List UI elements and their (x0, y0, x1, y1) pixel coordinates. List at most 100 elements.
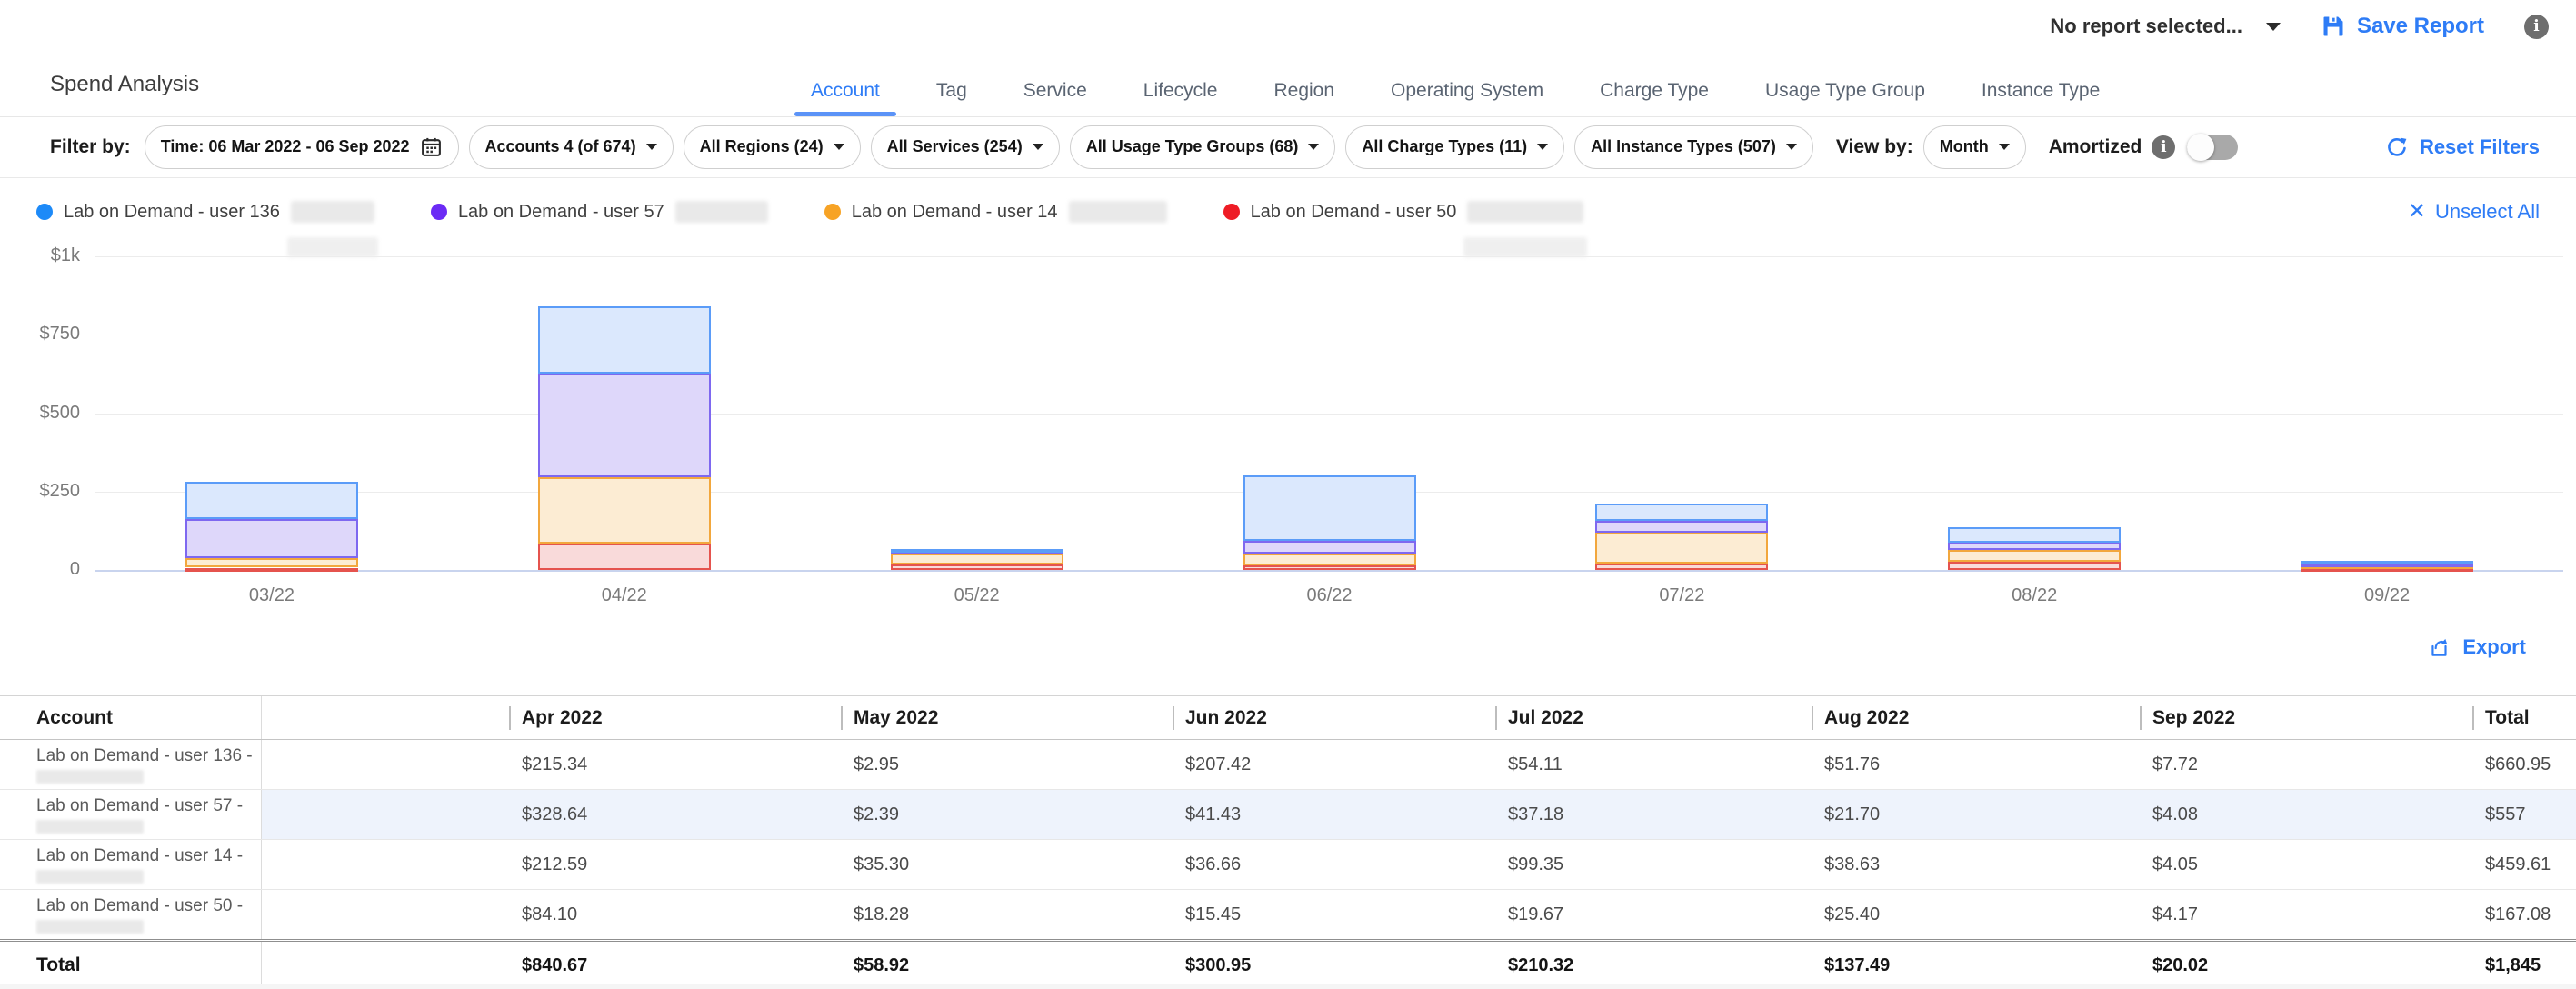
bar-segment-lab-on-demand-user-57[interactable] (185, 519, 358, 558)
tab-lifecycle[interactable]: Lifecycle (1142, 80, 1220, 116)
filter-pill-accounts-4-of-674[interactable]: Accounts 4 (of 674) (469, 125, 674, 169)
amortized-toggle[interactable] (2187, 135, 2238, 160)
bar-segment-lab-on-demand-user-136[interactable] (1595, 504, 1768, 521)
column-tick (1812, 706, 1813, 730)
filter-pill-all-services-254[interactable]: All Services (254) (871, 125, 1060, 169)
bar-segment-lab-on-demand-user-136[interactable] (185, 482, 358, 519)
page-bottom-strip (0, 984, 2576, 989)
export-button[interactable]: Export (2428, 635, 2526, 659)
info-icon[interactable]: i (2152, 135, 2175, 159)
bar-segment-lab-on-demand-user-50[interactable] (1948, 562, 2121, 570)
value-cell: $212.59 (262, 840, 841, 889)
legend-label: Lab on Demand - user 57 (458, 202, 664, 223)
value-cell: $167.08 (2472, 890, 2576, 939)
bar-segment-lab-on-demand-user-14[interactable] (1243, 554, 1416, 565)
legend-item-lab-on-demand-user-50[interactable]: Lab on Demand - user 50 (1223, 201, 1584, 223)
calendar-icon (420, 135, 443, 158)
time-filter-pill[interactable]: Time: 06 Mar 2022 - 06 Sep 2022 (145, 125, 459, 169)
tab-operating-system[interactable]: Operating System (1389, 80, 1545, 116)
tab-tag[interactable]: Tag (934, 80, 969, 116)
tab-bar: Account Tag Service Lifecycle Region Operatin… (809, 80, 2102, 116)
legend-label: Lab on Demand - user 136 (64, 202, 280, 223)
tab-account[interactable]: Account (809, 80, 882, 116)
table-row-lab-on-demand-user-50: Lab on Demand - user 50 -$84.10$18.28$15… (0, 890, 2576, 939)
filter-pill-all-usage-type-groups-68[interactable]: All Usage Type Groups (68) (1070, 125, 1336, 169)
y-axis-label: 0 (0, 559, 80, 580)
x-axis-label: 05/22 (801, 585, 1153, 606)
redacted-text (36, 920, 144, 934)
bar-segment-lab-on-demand-user-57[interactable] (1948, 543, 2121, 549)
unselect-all-button[interactable]: ✕ Unselect All (2408, 200, 2540, 224)
y-axis-label: $250 (0, 481, 80, 502)
column-header-may-2022: May 2022 (841, 696, 1173, 739)
tab-instance-type[interactable]: Instance Type (1980, 80, 2102, 116)
bar-segment-lab-on-demand-user-50[interactable] (891, 564, 1063, 570)
report-selector-dropdown[interactable]: No report selected... (2050, 15, 2281, 38)
value-cell: $38.63 (1812, 840, 2140, 889)
legend-item-lab-on-demand-user-136[interactable]: Lab on Demand - user 136 (36, 201, 374, 223)
chevron-down-icon (834, 144, 844, 150)
value-cell: $2.39 (841, 790, 1173, 839)
chevron-down-icon (646, 144, 657, 150)
x-axis-label: 09/22 (2211, 585, 2563, 606)
bar-segment-lab-on-demand-user-14[interactable] (1948, 550, 2121, 562)
column-header-apr-2022: Apr 2022 (262, 696, 841, 739)
bar-segment-lab-on-demand-user-50[interactable] (538, 544, 711, 570)
total-label-cell: Total (0, 942, 262, 989)
bar-segment-lab-on-demand-user-136[interactable] (538, 306, 711, 374)
tab-charge-type[interactable]: Charge Type (1598, 80, 1711, 116)
chevron-down-icon (1999, 144, 2010, 150)
column-header-label: Aug 2022 (1824, 707, 1909, 729)
legend-item-lab-on-demand-user-14[interactable]: Lab on Demand - user 14 (824, 201, 1167, 223)
tab-region[interactable]: Region (1272, 80, 1336, 116)
total-value-cell: $58.92 (841, 942, 1173, 989)
bar-segment-lab-on-demand-user-136[interactable] (891, 549, 1063, 553)
bar-segment-lab-on-demand-user-50[interactable] (185, 568, 358, 572)
spend-table: AccountApr 2022May 2022Jun 2022Jul 2022A… (0, 695, 2576, 989)
value-cell: $7.72 (2140, 740, 2472, 789)
bar-segment-lab-on-demand-user-57[interactable] (538, 374, 711, 476)
column-tick (509, 706, 511, 730)
chevron-down-icon (1786, 144, 1797, 150)
redacted-text (36, 870, 144, 884)
account-name: Lab on Demand - user 136 - (36, 746, 261, 765)
value-cell: $2.95 (841, 740, 1173, 789)
total-value-cell: $300.95 (1173, 942, 1495, 989)
bar-segment-lab-on-demand-user-14[interactable] (891, 554, 1063, 564)
tab-usage-type-group[interactable]: Usage Type Group (1763, 80, 1927, 116)
bar-segment-lab-on-demand-user-57[interactable] (1595, 521, 1768, 533)
filter-pill-all-regions-24[interactable]: All Regions (24) (684, 125, 861, 169)
bar-segment-lab-on-demand-user-50[interactable] (1243, 565, 1416, 570)
reset-filters-button[interactable]: Reset Filters (2385, 135, 2540, 159)
value-cell: $51.76 (1812, 740, 2140, 789)
total-value-cell: $1,845 (2472, 942, 2576, 989)
bar-segment-lab-on-demand-user-14[interactable] (185, 558, 358, 567)
column-header-label: Total (2485, 707, 2530, 729)
filter-pill-label: All Regions (24) (700, 137, 824, 156)
value-cell: $41.43 (1173, 790, 1495, 839)
tab-service[interactable]: Service (1022, 80, 1089, 116)
filter-pill-all-charge-types-11[interactable]: All Charge Types (11) (1345, 125, 1564, 169)
value-cell: $328.64 (262, 790, 841, 839)
value-cell: $35.30 (841, 840, 1173, 889)
bar-segment-lab-on-demand-user-136[interactable] (1243, 475, 1416, 541)
table-total-row: Total$840.67$58.92$300.95$210.32$137.49$… (0, 939, 2576, 989)
save-report-button[interactable]: Save Report (2321, 14, 2484, 39)
bar-segment-lab-on-demand-user-57[interactable] (1243, 541, 1416, 554)
bar-segment-lab-on-demand-user-50[interactable] (1595, 564, 1768, 570)
x-axis-label: 08/22 (1858, 585, 2211, 606)
legend-item-lab-on-demand-user-57[interactable]: Lab on Demand - user 57 (431, 201, 768, 223)
filter-pill-all-instance-types-507[interactable]: All Instance Types (507) (1574, 125, 1813, 169)
view-by-pill[interactable]: Month (1923, 125, 2026, 169)
column-tick (1173, 706, 1174, 730)
bar-segment-lab-on-demand-user-136[interactable] (1948, 527, 2121, 544)
bar-segment-lab-on-demand-user-14[interactable] (1595, 533, 1768, 564)
view-by-label: View by: (1836, 136, 1913, 158)
info-icon[interactable]: i (2524, 15, 2549, 39)
column-header-total: Total (2472, 696, 2576, 739)
table-row-lab-on-demand-user-14: Lab on Demand - user 14 -$212.59$35.30$3… (0, 840, 2576, 890)
bar-segment-lab-on-demand-user-14[interactable] (538, 477, 711, 544)
bar-segment-lab-on-demand-user-136[interactable] (2301, 561, 2473, 564)
save-report-label: Save Report (2357, 14, 2484, 39)
filter-pill-label: All Usage Type Groups (68) (1086, 137, 1299, 156)
